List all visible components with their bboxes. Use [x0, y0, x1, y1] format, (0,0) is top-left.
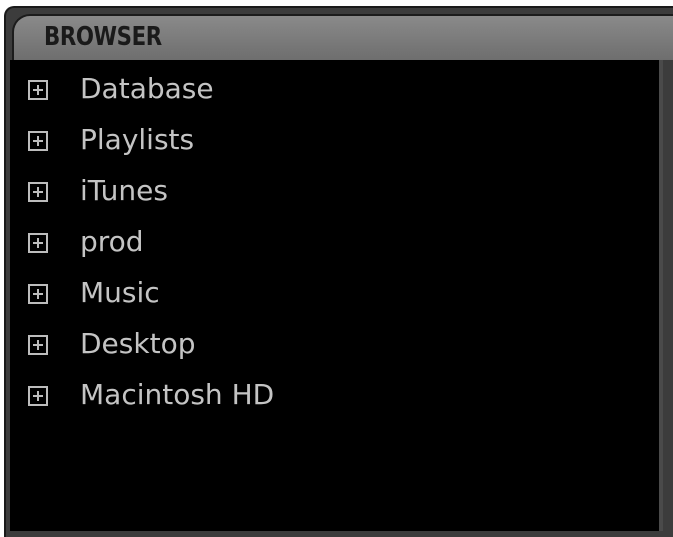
tree-item-desktop[interactable]: Desktop	[10, 322, 650, 373]
browser-tree: Database Playlists iTunes prod Music Des…	[10, 67, 650, 424]
tree-item-label: prod	[80, 225, 144, 258]
plus-box-icon[interactable]	[28, 284, 48, 304]
tree-item-prod[interactable]: prod	[10, 220, 650, 271]
tree-item-database[interactable]: Database	[10, 67, 650, 118]
tree-item-label: Desktop	[80, 327, 196, 360]
browser-panel: Database Playlists iTunes prod Music Des…	[10, 60, 663, 531]
tree-item-label: Database	[80, 72, 214, 105]
tree-item-label: iTunes	[80, 174, 168, 207]
browser-title: BROWSER	[44, 22, 162, 52]
tree-item-playlists[interactable]: Playlists	[10, 118, 650, 169]
plus-box-icon[interactable]	[28, 233, 48, 253]
plus-box-icon[interactable]	[28, 182, 48, 202]
tree-item-label: Macintosh HD	[80, 378, 275, 411]
plus-box-icon[interactable]	[28, 386, 48, 406]
tree-item-macintosh-hd[interactable]: Macintosh HD	[10, 373, 650, 424]
browser-title-tab[interactable]: BROWSER	[12, 14, 673, 60]
tree-item-label: Playlists	[80, 123, 195, 156]
plus-box-icon[interactable]	[28, 131, 48, 151]
tree-item-music[interactable]: Music	[10, 271, 650, 322]
tree-item-label: Music	[80, 276, 160, 309]
plus-box-icon[interactable]	[28, 335, 48, 355]
plus-box-icon[interactable]	[28, 80, 48, 100]
tree-item-itunes[interactable]: iTunes	[10, 169, 650, 220]
